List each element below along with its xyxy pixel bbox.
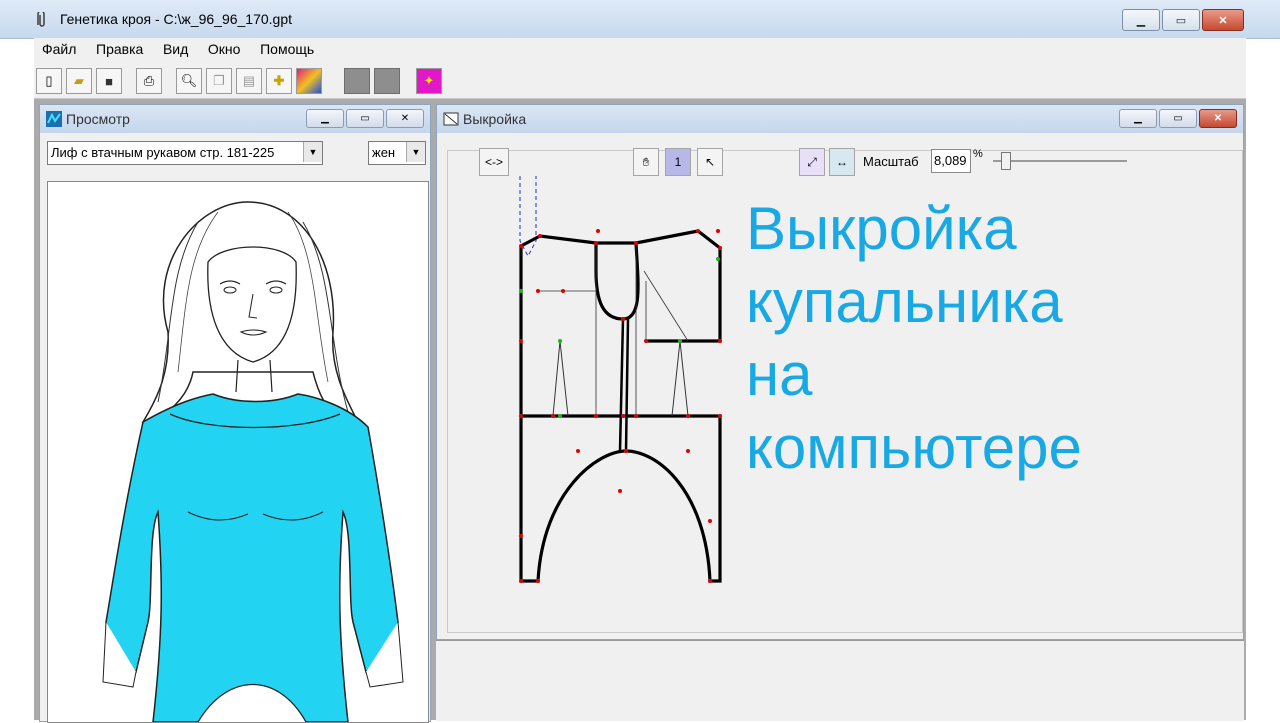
new-file-icon[interactable]: ▯ bbox=[36, 68, 62, 94]
preview-title: Просмотр bbox=[66, 111, 130, 127]
scale-slider-track[interactable] bbox=[993, 160, 1127, 162]
pattern-titlebar: Выкройка ▁ ▭ ✕ bbox=[437, 105, 1243, 133]
preview-maximize-button[interactable]: ▭ bbox=[346, 109, 384, 128]
overlay-line-3: на bbox=[746, 341, 813, 408]
gray-button-1[interactable] bbox=[344, 68, 370, 94]
menu-help[interactable]: Помощь bbox=[252, 38, 322, 57]
preview-minimize-button[interactable]: ▁ bbox=[306, 109, 344, 128]
window-title: Генетика кроя - C:\ж_96_96_170.gpt bbox=[60, 11, 293, 27]
close-button[interactable]: ✕ bbox=[1202, 9, 1244, 31]
overlay-line-1: Выкройка bbox=[746, 195, 1017, 262]
scale-input[interactable]: 8,089 bbox=[931, 149, 971, 173]
model-select-value: Лиф с втачным рукавом стр. 181-225 bbox=[51, 145, 275, 160]
menu-window[interactable]: Окно bbox=[200, 38, 249, 57]
model-illustration bbox=[102, 201, 404, 722]
magic-wand-icon[interactable]: ✦ bbox=[416, 68, 442, 94]
model-preview-image bbox=[47, 181, 429, 723]
copy-icon[interactable]: ❐ bbox=[206, 68, 232, 94]
crosshair-icon[interactable]: ✚ bbox=[266, 68, 292, 94]
gender-select[interactable]: жен ▼ bbox=[368, 141, 426, 165]
paperclip-icon bbox=[37, 12, 45, 27]
pattern-maximize-button[interactable]: ▭ bbox=[1159, 109, 1197, 128]
pattern-window-icon bbox=[443, 112, 459, 126]
open-folder-icon[interactable]: ▰ bbox=[66, 68, 92, 94]
gender-select-value: жен bbox=[372, 145, 396, 160]
scale-input-value: 8,089 bbox=[934, 153, 967, 168]
scale-label: Масштаб bbox=[863, 154, 919, 169]
menu-bar: Файл Правка Вид Окно Помощь bbox=[34, 38, 1246, 62]
zoom-width-icon[interactable]: ↔ bbox=[829, 148, 855, 176]
preview-window: Просмотр ▁ ▭ ✕ Лиф с втачным рукавом стр… bbox=[39, 104, 431, 723]
pattern-minimize-button[interactable]: ▁ bbox=[1119, 109, 1157, 128]
pattern-green-points bbox=[519, 257, 720, 418]
hand-icon[interactable]: ✋︎ bbox=[633, 148, 659, 176]
pattern-close-button[interactable]: ✕ bbox=[1199, 109, 1237, 128]
print-preview-icon[interactable]: 🔍︎ bbox=[176, 68, 202, 94]
menu-edit[interactable]: Правка bbox=[88, 38, 151, 57]
preview-close-button[interactable]: ✕ bbox=[386, 109, 424, 128]
status-area bbox=[436, 640, 1244, 721]
paste-icon[interactable]: ▤ bbox=[236, 68, 262, 94]
preview-window-icon bbox=[46, 111, 62, 127]
scale-one-icon[interactable]: 1 bbox=[665, 148, 691, 176]
mirror-button[interactable]: <-> bbox=[479, 148, 509, 176]
menu-view[interactable]: Вид bbox=[155, 38, 196, 57]
scale-unit: % bbox=[973, 148, 983, 160]
menu-file[interactable]: Файл bbox=[34, 38, 84, 57]
overlay-line-2: купальника bbox=[746, 268, 1063, 335]
scale-slider-thumb[interactable] bbox=[1001, 152, 1011, 170]
minimize-button[interactable]: ▁ bbox=[1122, 9, 1160, 31]
overlay-caption: Выкройка купальника на компьютере bbox=[746, 192, 1246, 484]
preview-titlebar: Просмотр ▁ ▭ ✕ bbox=[40, 105, 430, 133]
pointer-icon[interactable]: ↖ bbox=[697, 148, 723, 176]
chevron-down-icon[interactable]: ▼ bbox=[303, 142, 322, 162]
bodysuit-shape bbox=[105, 393, 399, 722]
print-icon[interactable]: ⎙ bbox=[136, 68, 162, 94]
chevron-down-icon[interactable]: ▼ bbox=[406, 142, 425, 162]
model-select[interactable]: Лиф с втачным рукавом стр. 181-225 ▼ bbox=[47, 141, 323, 165]
gray-button-2[interactable] bbox=[374, 68, 400, 94]
maximize-button[interactable]: ▭ bbox=[1162, 9, 1200, 31]
palette-icon[interactable] bbox=[296, 68, 322, 94]
pattern-title: Выкройка bbox=[463, 111, 527, 127]
title-bar: Генетика кроя - C:\ж_96_96_170.gpt ▁ ▭ ✕ bbox=[0, 0, 1280, 39]
zoom-fit-icon[interactable]: ⤢ bbox=[799, 148, 825, 176]
save-icon[interactable]: ■ bbox=[96, 68, 122, 94]
overlay-line-4: компьютере bbox=[746, 414, 1082, 481]
toolbar: ▯ ▰ ■ ⎙ 🔍︎ ❐ ▤ ✚ ✦ bbox=[34, 62, 1246, 99]
